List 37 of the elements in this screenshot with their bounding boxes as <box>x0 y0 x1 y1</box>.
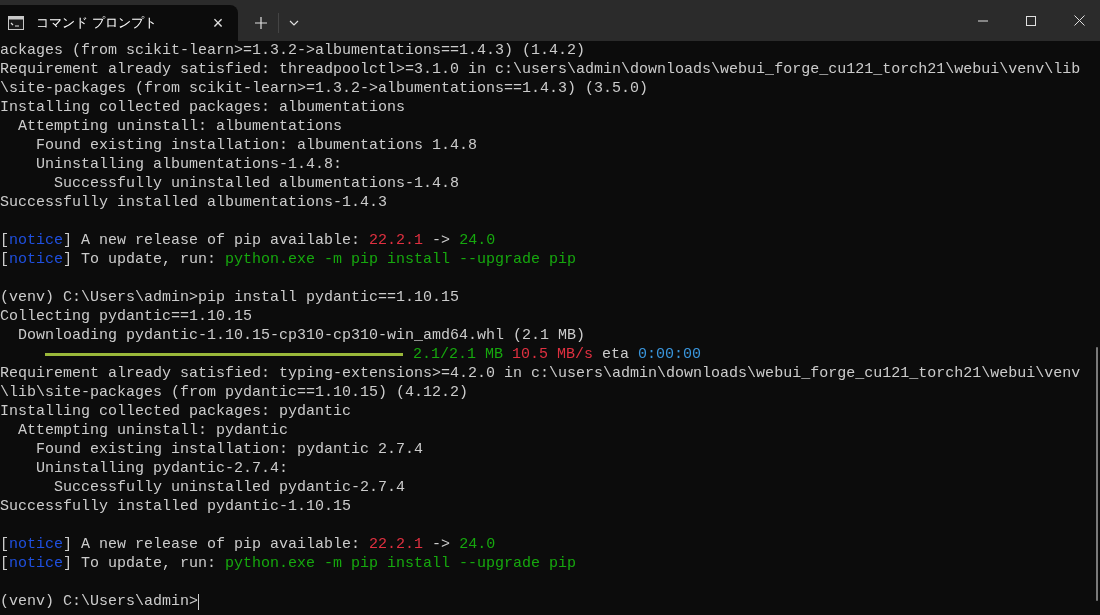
scroll-bar[interactable] <box>1096 347 1098 601</box>
terminal-line: Downloading pydantic-1.10.15-cp310-cp310-win_amd64.whl (2.1 MB) <box>17 326 586 345</box>
terminal-line: ackages (from scikit-learn>=1.3.2->albumentations==1.4.3) (1.4.2) <box>0 41 586 60</box>
terminal-line: Attempting uninstall: pydantic <box>17 421 289 440</box>
terminal-line: [notice] A new release of pip available: 22.2.1 -> 24.0 <box>0 231 496 250</box>
new-tab-icon[interactable] <box>254 16 268 30</box>
terminal-line: Uninstalling pydantic-2.7.4: <box>35 459 289 478</box>
terminal-line: (venv) C:\Users\admin>pip install pydantic==1.10.15 <box>0 288 460 307</box>
command-prompt-icon <box>8 16 24 30</box>
terminal-line: Installing collected packages: pydantic <box>0 402 352 421</box>
maximize-icon[interactable] <box>1026 15 1036 26</box>
close-tab-button[interactable]: × <box>206 11 230 35</box>
terminal-tab[interactable]: コマンド プロンプト × <box>0 5 238 41</box>
terminal-line: Requirement already satisfied: typing-extensions>=4.2.0 in c:\users\admin\downloads\webui_forge_cu121_torch21\webui\venv <box>0 364 1081 383</box>
terminal-line: Requirement already satisfied: threadpoolctl>=3.1.0 in c:\users\admin\downloads\webui_forge_cu121_torch21\webui\venv\lib <box>0 60 1081 79</box>
prompt-text: (venv) C:\Users\admin> <box>0 592 199 611</box>
terminal-line: Successfully installed pydantic-1.10.15 <box>0 497 352 516</box>
close-icon[interactable] <box>1074 15 1085 26</box>
terminal-line: [notice] A new release of pip available: 22.2.1 -> 24.0 <box>0 535 496 554</box>
terminal-line: Uninstalling albumentations-1.4.8: <box>35 155 343 174</box>
terminal-line: Successfully uninstalled albumentations-1.4.8 <box>53 174 460 193</box>
progress-status: 2.1/2.1 MB 10.5 MB/s eta 0:00:00 <box>413 345 702 364</box>
minimize-icon[interactable] <box>978 19 988 22</box>
terminal-line: Successfully uninstalled pydantic-2.7.4 <box>53 478 406 497</box>
terminal-line: [notice] To update, run: python.exe -m pip install --upgrade pip <box>0 554 577 573</box>
terminal-line: [notice] To update, run: python.exe -m pip install --upgrade pip <box>0 250 577 269</box>
terminal-line: Successfully installed albumentations-1.4.3 <box>0 193 388 212</box>
terminal-line: Installing collected packages: albumentations <box>0 98 406 117</box>
tab-title: コマンド プロンプト <box>36 14 157 33</box>
text-cursor <box>198 593 200 610</box>
terminal-line: \site-packages (from scikit-learn>=1.3.2->albumentations==1.4.3) (3.5.0) <box>0 79 649 98</box>
dropdown-caret-icon[interactable] <box>289 20 299 26</box>
terminal-line: Found existing installation: albumentations 1.4.8 <box>35 136 478 155</box>
terminal-line: Attempting uninstall: albumentations <box>17 117 343 136</box>
terminal-line: \lib\site-packages (from pydantic==1.10.15) (4.12.2) <box>0 383 469 402</box>
terminal-line: Found existing installation: pydantic 2.7.4 <box>35 440 424 459</box>
terminal-line: Collecting pydantic==1.10.15 <box>0 307 253 326</box>
